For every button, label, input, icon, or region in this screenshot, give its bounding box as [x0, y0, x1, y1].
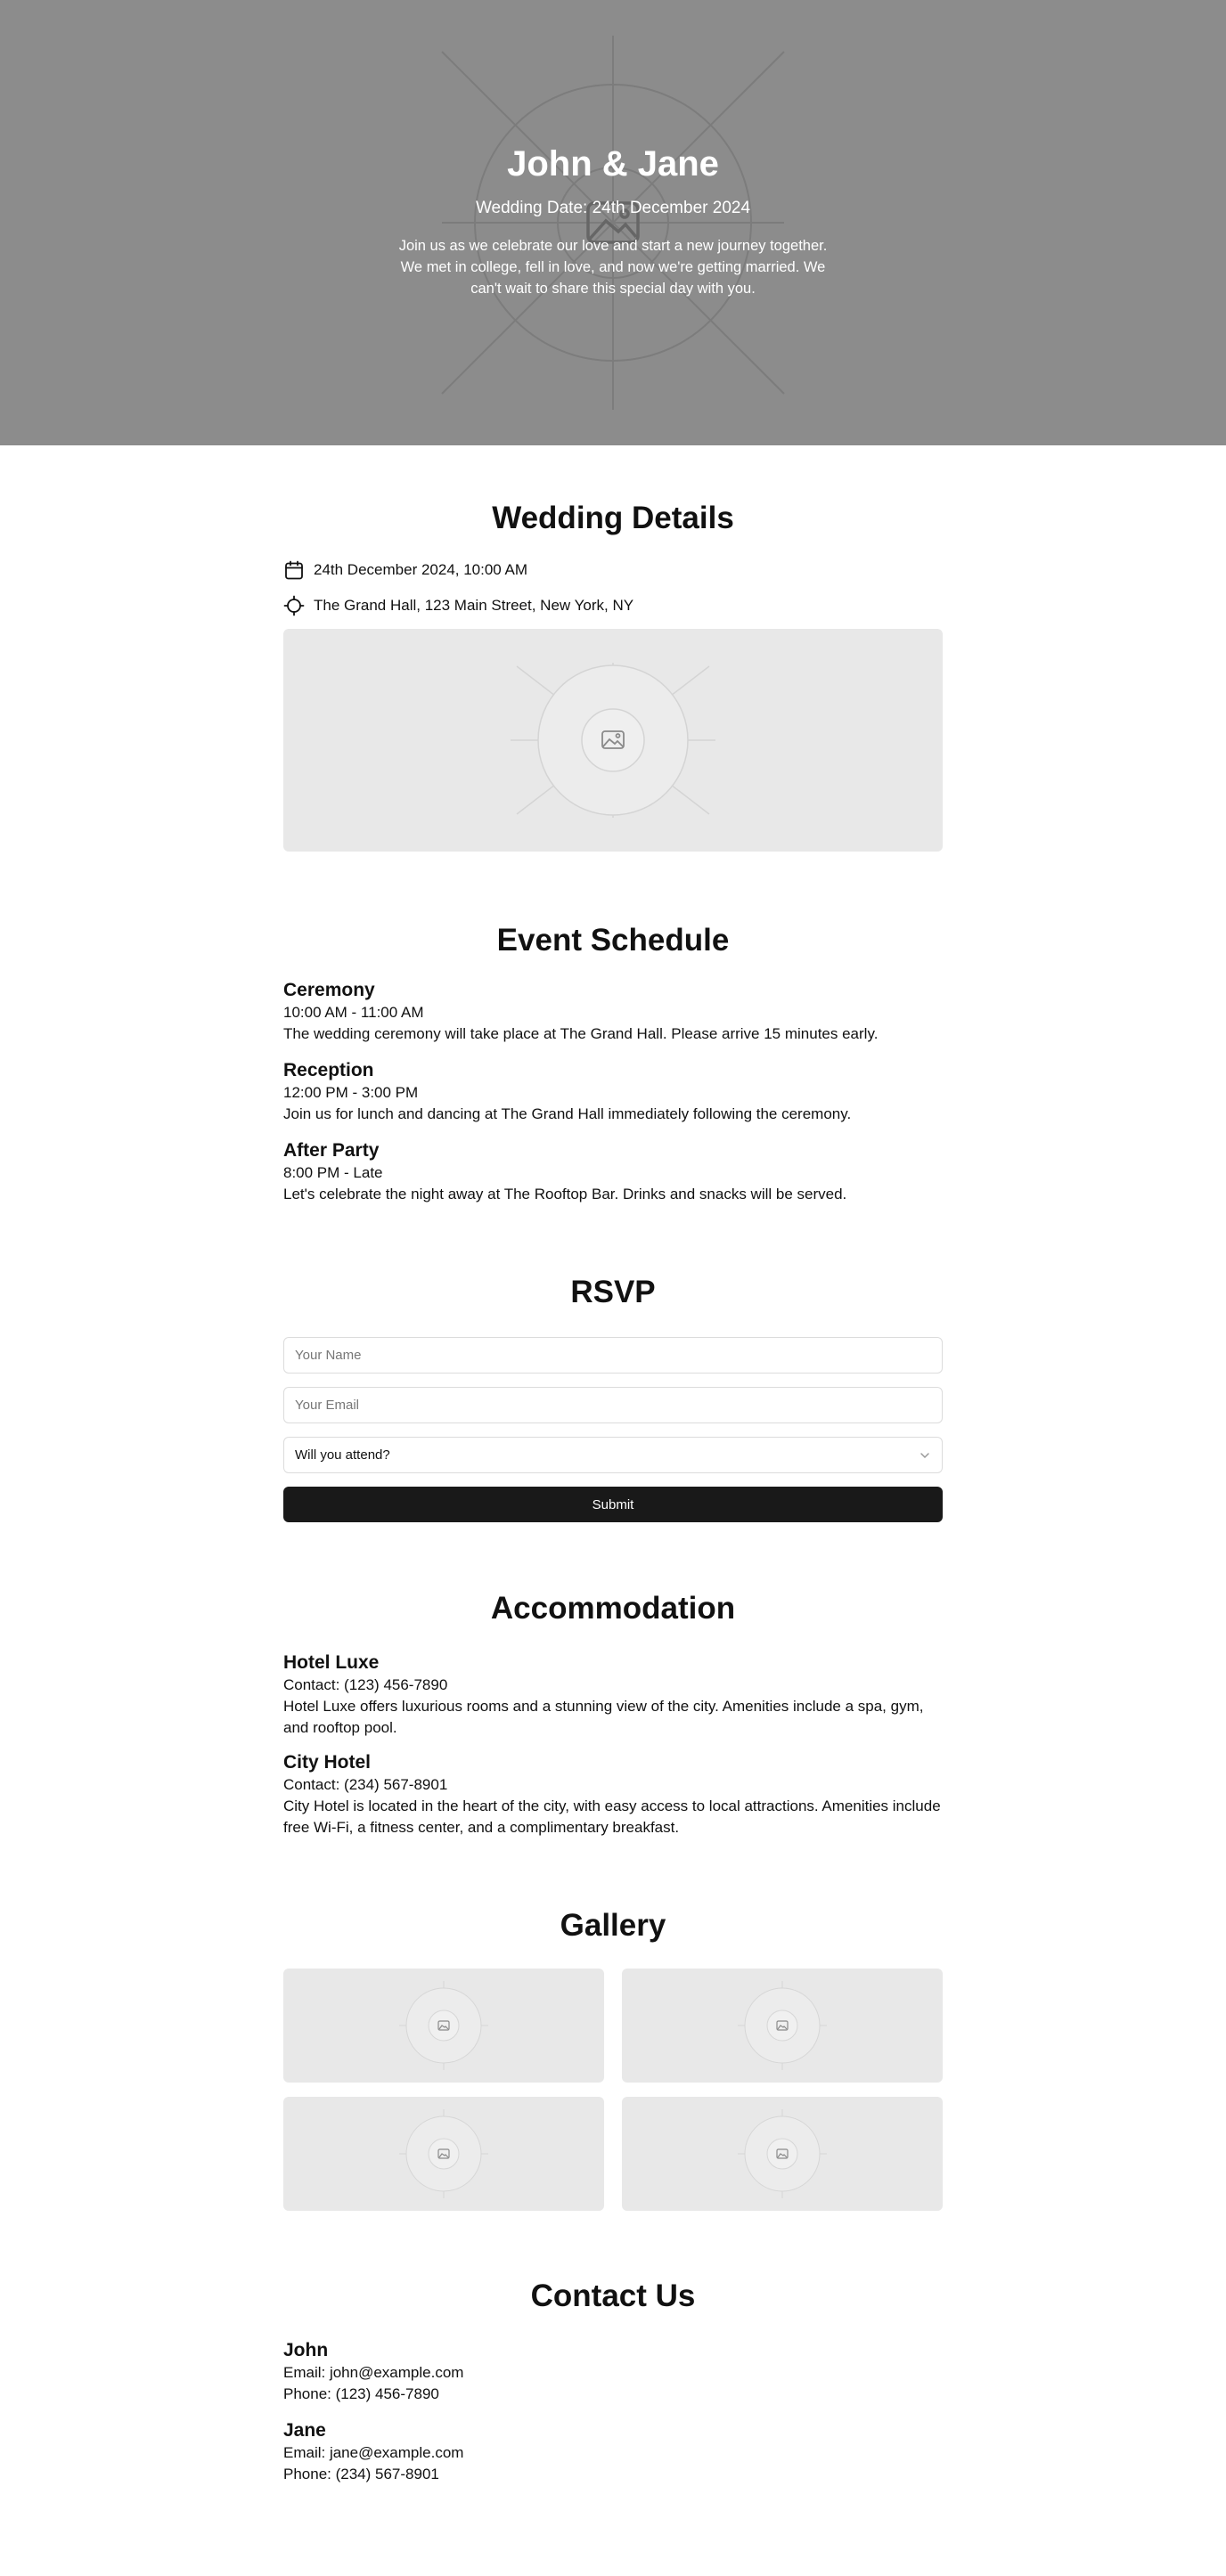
event-schedule-section: Event Schedule Ceremony 10:00 AM - 11:00…: [283, 852, 943, 1205]
schedule-item: Reception 12:00 PM - 3:00 PM Join us for…: [283, 1059, 943, 1125]
event-name: Reception: [283, 1060, 374, 1080]
contact-email: Email: jane@example.com: [283, 2444, 464, 2461]
gallery-placeholder-graphic: [399, 2109, 488, 2198]
contact-name: Jane: [283, 2420, 326, 2441]
event-name: Ceremony: [283, 980, 375, 1000]
gallery-grid: [283, 1969, 943, 2211]
calendar-icon: [285, 560, 303, 580]
hotel-name: Hotel Luxe: [283, 1652, 380, 1673]
gallery-placeholder-graphic: [399, 1981, 488, 2070]
venue-image: [283, 629, 943, 852]
contact-phone: Phone: (234) 567-8901: [283, 2466, 439, 2482]
detail-location: The Grand Hall, 123 Main Street, New Yor…: [283, 593, 943, 618]
event-time: 8:00 PM - Late: [283, 1164, 383, 1181]
contact-person: John Email: john@example.com Phone: (123…: [283, 2339, 943, 2405]
section-title: RSVP: [570, 1275, 656, 1309]
event-description: Join us for lunch and dancing at The Gra…: [283, 1105, 852, 1122]
contact-section: Contact Us John Email: john@example.com …: [283, 2211, 943, 2517]
contact-name: John: [283, 2340, 329, 2360]
hero-placeholder-image: [441, 36, 785, 410]
attendance-select-value: Will you attend?: [295, 1447, 390, 1463]
name-input[interactable]: [283, 1337, 943, 1374]
event-name: After Party: [283, 1140, 380, 1161]
hero-banner: John & Jane Wedding Date: 24th December …: [0, 0, 1226, 445]
wedding-details-section: Wedding Details 24th December 2024, 10:0…: [283, 445, 943, 852]
accommodation-section: Accommodation Hotel Luxe Contact: (123) …: [283, 1522, 943, 1838]
gallery-placeholder-graphic: [738, 1981, 827, 2070]
submit-button[interactable]: Submit: [283, 1487, 943, 1522]
section-title: Gallery: [560, 1908, 666, 1943]
event-time: 12:00 PM - 3:00 PM: [283, 1084, 419, 1101]
hotel-item: Hotel Luxe Contact: (123) 456-7890 Hotel…: [283, 1651, 943, 1739]
contact-phone: Phone: (123) 456-7890: [283, 2385, 439, 2402]
gallery-image[interactable]: [283, 1969, 604, 2083]
venue-placeholder-graphic: [511, 663, 715, 818]
wedding-date: Wedding Date: 24th December 2024: [475, 199, 751, 217]
gallery-section: Gallery: [283, 1851, 943, 2211]
section-title: Accommodation: [490, 1591, 736, 1626]
hotel-description: Hotel Luxe offers luxurious rooms and a …: [283, 1698, 924, 1736]
event-description: Let's celebrate the night away at The Ro…: [283, 1186, 847, 1202]
hotel-contact: Contact: (234) 567-8901: [283, 1776, 448, 1793]
chevron-down-icon: [920, 1452, 929, 1458]
hotel-name: City Hotel: [283, 1752, 372, 1773]
location-crosshair-icon: [283, 595, 305, 616]
hotel-item: City Hotel Contact: (234) 567-8901 City …: [283, 1751, 943, 1838]
section-title: Wedding Details: [492, 501, 734, 535]
schedule-item: Ceremony 10:00 AM - 11:00 AM The wedding…: [283, 979, 943, 1045]
hotel-contact: Contact: (123) 456-7890: [283, 1676, 448, 1693]
rsvp-section: RSVP Will you attend? Submit: [283, 1219, 943, 1522]
detail-datetime-text: 24th December 2024, 10:00 AM: [314, 561, 528, 578]
rsvp-form: Will you attend? Submit: [283, 1337, 943, 1522]
event-time: 10:00 AM - 11:00 AM: [283, 1004, 424, 1021]
hero-intro-text: Join us as we celebrate our love and sta…: [398, 238, 828, 297]
schedule-item: After Party 8:00 PM - Late Let's celebra…: [283, 1139, 943, 1205]
section-title: Event Schedule: [496, 923, 730, 958]
couple-names: John & Jane: [507, 144, 719, 183]
gallery-image[interactable]: [283, 2097, 604, 2211]
contact-person: Jane Email: jane@example.com Phone: (234…: [283, 2419, 943, 2485]
attendance-select[interactable]: Will you attend?: [283, 1437, 943, 1473]
section-title: Contact Us: [530, 2278, 696, 2313]
gallery-placeholder-graphic: [738, 2109, 827, 2198]
hotel-description: City Hotel is located in the heart of th…: [283, 1797, 941, 1836]
email-input[interactable]: [283, 1387, 943, 1423]
contact-email: Email: john@example.com: [283, 2364, 464, 2381]
detail-location-text: The Grand Hall, 123 Main Street, New Yor…: [314, 597, 634, 614]
gallery-image[interactable]: [622, 1969, 943, 2083]
event-description: The wedding ceremony will take place at …: [283, 1025, 879, 1042]
detail-datetime: 24th December 2024, 10:00 AM: [283, 558, 943, 583]
gallery-image[interactable]: [622, 2097, 943, 2211]
